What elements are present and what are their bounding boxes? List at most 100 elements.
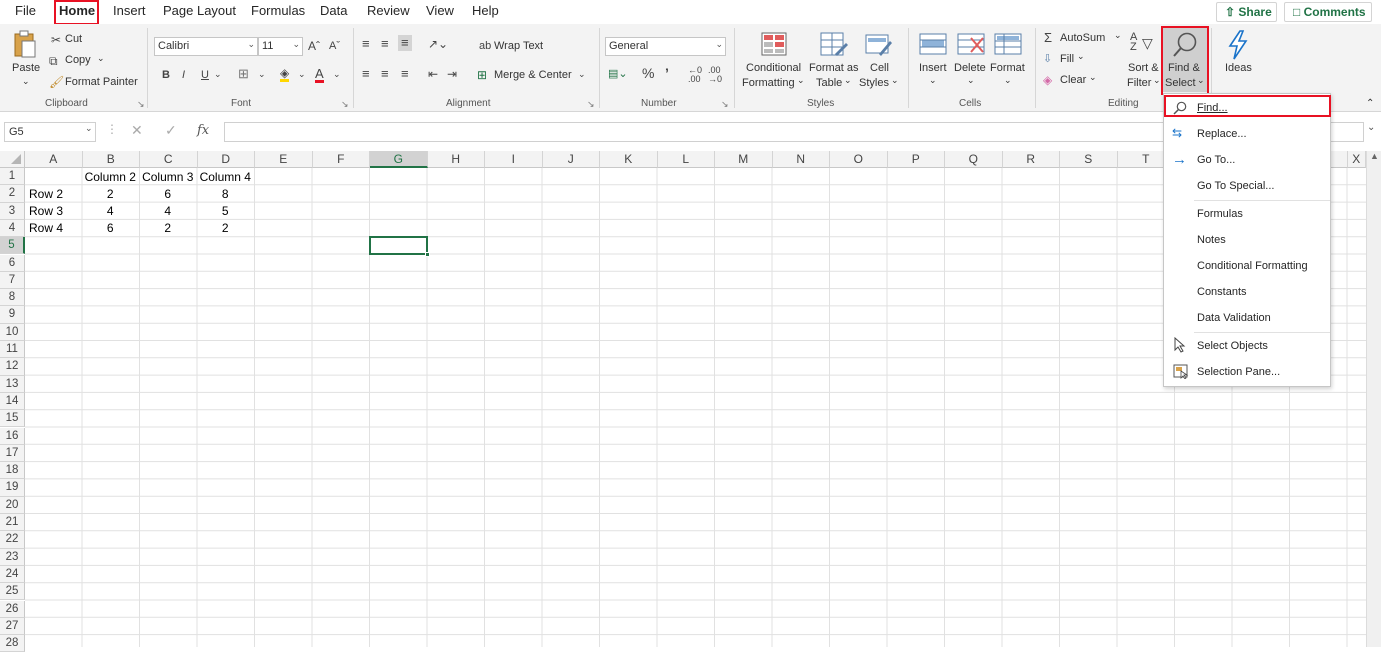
row-header-24[interactable]: 24 — [0, 565, 25, 584]
tab-review[interactable]: Review — [367, 3, 410, 18]
column-header-f[interactable]: F — [312, 151, 370, 168]
wrap-text-button[interactable]: Wrap Text — [494, 40, 543, 52]
row-header-5[interactable]: 5 — [0, 237, 25, 255]
align-middle-icon[interactable]: ≡ — [381, 37, 389, 51]
cell-value[interactable]: 2 — [83, 186, 139, 202]
increase-indent-icon[interactable]: ⇥ — [447, 67, 457, 81]
comments-button[interactable]: □ Comments — [1284, 2, 1372, 22]
align-center-icon[interactable]: ≡ — [381, 67, 389, 81]
paste-button[interactable]: Paste ⌄ — [8, 30, 42, 94]
row-header-18[interactable]: 18 — [0, 462, 25, 480]
expand-formula-bar-icon[interactable]: ⌄ — [1367, 122, 1375, 133]
column-header-b[interactable]: B — [82, 151, 140, 168]
conditional-formatting-button[interactable]: Conditional Formatting ⌄ — [740, 30, 805, 94]
row-header-6[interactable]: 6 — [0, 254, 25, 272]
fill-handle[interactable] — [425, 252, 430, 257]
borders-icon[interactable]: ⊞ — [238, 67, 249, 81]
row-header-14[interactable]: 14 — [0, 392, 25, 411]
chevron-down-icon[interactable]: ⌄ — [333, 67, 341, 81]
row-header-21[interactable]: 21 — [0, 514, 25, 532]
chevron-down-icon[interactable]: ⌄ — [214, 67, 222, 81]
delete-cells-button[interactable]: Delete ⌄ — [952, 30, 990, 94]
cell-label[interactable]: Column 2 — [83, 169, 139, 185]
chevron-down-icon[interactable]: ⌄ — [578, 67, 586, 81]
row-header-10[interactable]: 10 — [0, 323, 25, 341]
chevron-down-icon[interactable]: ⌄ — [97, 53, 105, 64]
column-header-e[interactable]: E — [255, 151, 313, 168]
dialog-launcher-icon[interactable]: ↘ — [341, 99, 349, 110]
cell-value[interactable]: 6 — [140, 186, 196, 202]
tab-formulas[interactable]: Formulas — [251, 3, 305, 18]
row-header-28[interactable]: 28 — [0, 635, 25, 652]
row-header-12[interactable]: 12 — [0, 358, 25, 376]
percent-icon[interactable]: % — [642, 66, 654, 80]
chevron-down-icon[interactable]: ⌄ — [1077, 51, 1085, 62]
insert-function-button[interactable]: fx — [197, 123, 209, 138]
column-header-c[interactable]: C — [140, 151, 198, 168]
number-format-combo[interactable]: General ⌄ — [605, 37, 726, 56]
cell-value[interactable]: 2 — [198, 220, 254, 236]
autosum-button[interactable]: AutoSum — [1060, 32, 1105, 44]
accounting-format-icon[interactable]: ▤⌄ — [608, 67, 628, 81]
cell-value[interactable]: 6 — [83, 220, 139, 236]
row-header-13[interactable]: 13 — [0, 375, 25, 393]
column-header-g[interactable]: G — [370, 151, 428, 168]
scroll-up-icon[interactable]: ▲ — [1370, 151, 1379, 161]
cell-label[interactable]: Column 4 — [198, 169, 254, 185]
bold-icon[interactable]: B — [162, 68, 170, 82]
column-header-a[interactable]: A — [25, 151, 83, 168]
decrease-font-icon[interactable]: Aˇ — [329, 39, 340, 53]
menu-item-go-to[interactable]: Go To... — [1197, 154, 1235, 166]
column-header-i[interactable]: I — [485, 151, 543, 168]
italic-icon[interactable]: I — [182, 68, 185, 82]
row-header-25[interactable]: 25 — [0, 583, 25, 601]
tab-data[interactable]: Data — [320, 3, 347, 18]
row-header-19[interactable]: 19 — [0, 479, 25, 497]
tab-file[interactable]: File — [15, 3, 36, 18]
insert-cells-button[interactable]: Insert ⌄ — [914, 30, 952, 94]
column-header-j[interactable]: J — [542, 151, 600, 168]
menu-item-selection-pane[interactable]: Selection Pane... — [1197, 366, 1280, 378]
fill-color-icon[interactable]: ◈ — [280, 67, 290, 82]
chevron-down-icon[interactable]: ⌄ — [85, 123, 93, 134]
row-header-27[interactable]: 27 — [0, 617, 25, 636]
cell-label[interactable]: Column 3 — [140, 169, 196, 185]
row-header-11[interactable]: 11 — [0, 341, 25, 359]
row-header-22[interactable]: 22 — [0, 531, 25, 549]
column-header-s[interactable]: S — [1060, 151, 1118, 168]
underline-icon[interactable]: U — [201, 68, 209, 82]
cell-value[interactable]: 8 — [198, 186, 254, 202]
cell-styles-button[interactable]: Cell Styles ⌄ — [857, 30, 901, 94]
fill-button[interactable]: Fill — [1060, 53, 1074, 65]
font-name-combo[interactable]: Calibri ⌄ — [154, 37, 258, 56]
merge-center-button[interactable]: Merge & Center — [494, 69, 572, 81]
row-header-2[interactable]: 2 — [0, 185, 25, 203]
dialog-launcher-icon[interactable]: ↘ — [587, 99, 595, 110]
vertical-scrollbar[interactable]: ▲ — [1366, 151, 1381, 647]
align-bottom-icon[interactable]: ≡ — [398, 35, 412, 51]
column-header-p[interactable]: P — [887, 151, 945, 168]
font-color-icon[interactable]: A — [315, 67, 324, 83]
clear-button[interactable]: Clear — [1060, 74, 1086, 86]
row-header-16[interactable]: 16 — [0, 427, 25, 445]
decrease-indent-icon[interactable]: ⇤ — [428, 67, 438, 81]
column-header-q[interactable]: Q — [945, 151, 1003, 168]
menu-item-go-to-special[interactable]: Go To Special... — [1197, 180, 1274, 192]
comma-style-icon[interactable]: ’ — [665, 66, 669, 80]
column-header-k[interactable]: K — [600, 151, 658, 168]
row-header-8[interactable]: 8 — [0, 289, 25, 307]
column-header-h[interactable]: H — [427, 151, 485, 168]
name-box[interactable]: G5 — [4, 122, 96, 142]
cell-value[interactable]: 2 — [140, 220, 196, 236]
decrease-decimal-icon[interactable]: .00 →0 — [708, 66, 722, 84]
row-header-17[interactable]: 17 — [0, 444, 25, 463]
ideas-button[interactable]: Ideas — [1218, 30, 1258, 94]
row-header-20[interactable]: 20 — [0, 496, 25, 514]
column-header-d[interactable]: D — [197, 151, 255, 168]
menu-item-data-validation[interactable]: Data Validation — [1197, 312, 1271, 324]
cell-value[interactable]: 4 — [140, 203, 196, 219]
tab-insert[interactable]: Insert — [113, 3, 146, 18]
cell-value[interactable]: 4 — [83, 203, 139, 219]
tab-help[interactable]: Help — [472, 3, 499, 18]
menu-item-notes[interactable]: Notes — [1197, 234, 1226, 246]
